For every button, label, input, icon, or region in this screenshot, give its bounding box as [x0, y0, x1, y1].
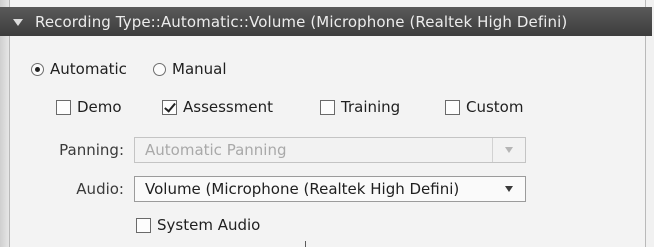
- dropdown-arrow-icon: [505, 147, 513, 153]
- panning-select: Automatic Panning: [134, 137, 526, 163]
- panel-left-edge: [0, 0, 9, 247]
- dropdown-arrow-icon[interactable]: [505, 186, 513, 192]
- panel-body: [9, 0, 646, 247]
- checkbox-system-audio[interactable]: System Audio: [136, 216, 260, 234]
- radio-automatic-label: Automatic: [50, 60, 127, 78]
- radio-automatic[interactable]: Automatic: [31, 60, 127, 78]
- radio-manual-label: Manual: [172, 60, 227, 78]
- panning-value: Automatic Panning: [145, 141, 287, 159]
- checkbox-system-audio-box[interactable]: [136, 217, 151, 233]
- audio-value: Volume (Microphone (Realtek High Defini): [145, 180, 460, 198]
- chevron-down-icon[interactable]: [13, 19, 23, 26]
- recording-type-header[interactable]: Recording Type::Automatic::Volume (Micro…: [0, 7, 652, 36]
- checkbox-demo-box[interactable]: [56, 99, 71, 115]
- checkbox-custom-box[interactable]: [445, 99, 460, 115]
- divider-tick: [305, 241, 306, 247]
- checkbox-demo[interactable]: Demo: [56, 98, 122, 116]
- panning-label: Panning:: [59, 141, 124, 159]
- radio-automatic-indicator[interactable]: [31, 62, 44, 76]
- checkbox-assessment-box[interactable]: [162, 99, 177, 115]
- checkbox-assessment[interactable]: Assessment: [162, 98, 273, 116]
- checkbox-training[interactable]: Training: [320, 98, 400, 116]
- checkbox-custom[interactable]: Custom: [445, 98, 523, 116]
- checkbox-assessment-label: Assessment: [183, 98, 273, 116]
- audio-select[interactable]: Volume (Microphone (Realtek High Defini): [134, 176, 526, 202]
- radio-manual[interactable]: Manual: [153, 60, 227, 78]
- checkbox-training-label: Training: [341, 98, 401, 116]
- audio-label: Audio:: [76, 180, 124, 198]
- checkbox-demo-label: Demo: [77, 98, 122, 116]
- radio-manual-indicator[interactable]: [153, 62, 166, 76]
- checkbox-custom-label: Custom: [466, 98, 524, 116]
- panel-title: Recording Type::Automatic::Volume (Micro…: [35, 12, 568, 31]
- checkbox-system-audio-label: System Audio: [157, 216, 261, 234]
- checkbox-training-box[interactable]: [320, 99, 335, 115]
